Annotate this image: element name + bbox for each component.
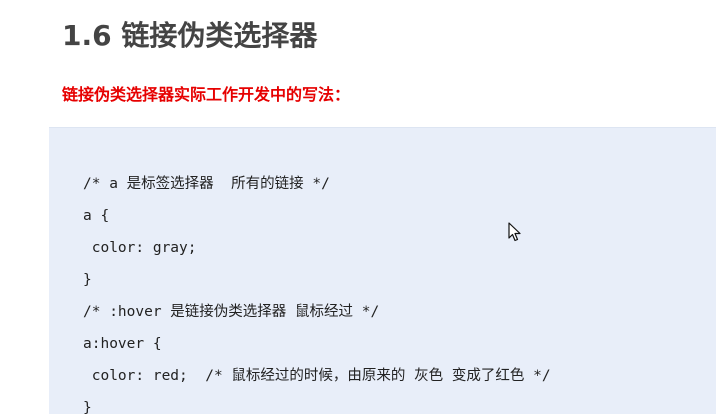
code-line-comment-hover: /* :hover 是链接伪类选择器 鼠标经过 */ — [83, 304, 380, 320]
slide-subtitle: 链接伪类选择器实际工作开发中的写法： — [62, 85, 351, 104]
code-line-hover-open: a:hover { — [83, 336, 162, 352]
code-line-color-red: color: red; /* 鼠标经过的时候，由原来的 灰色 变成了红色 */ — [83, 368, 551, 384]
code-line-hover-close: } — [83, 400, 92, 414]
code-line-a-open: a { — [83, 208, 110, 224]
slide-title: 1.6 链接伪类选择器 — [62, 19, 318, 52]
code-lines: /* a 是标签选择器 所有的链接 */ a { color: gray; } … — [83, 168, 551, 414]
code-line-a-close: } — [83, 272, 92, 288]
code-line-color-gray: color: gray; — [83, 240, 197, 256]
code-line-comment-tag-selector: /* a 是标签选择器 所有的链接 */ — [83, 176, 330, 192]
mouse-pointer-icon — [508, 222, 521, 242]
code-block: /* a 是标签选择器 所有的链接 */ a { color: gray; } … — [49, 127, 716, 414]
